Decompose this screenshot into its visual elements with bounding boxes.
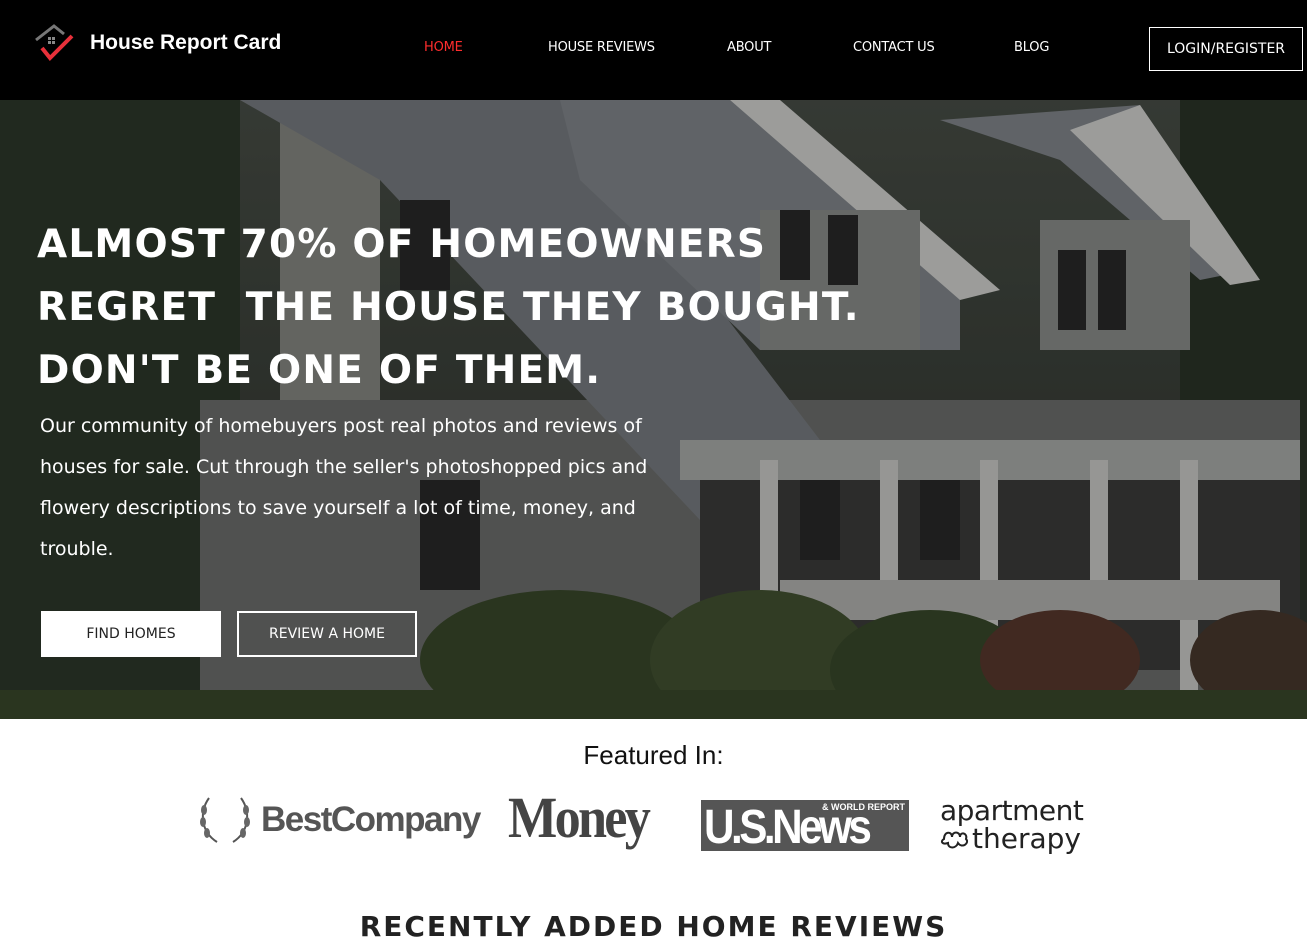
therapy-text: therapy	[972, 822, 1081, 855]
apartment-therapy-icon	[940, 831, 968, 849]
site-header: House Report Card HOME HOUSE REVIEWS ABO…	[0, 0, 1307, 100]
nav-contact-us[interactable]: CONTACT US	[853, 40, 935, 55]
money-logo[interactable]: Money	[508, 788, 651, 848]
hero-subtext: Our community of homebuyers post real ph…	[40, 415, 648, 560]
headline-line-3: DON'T BE ONE OF THEM.	[37, 348, 602, 393]
featured-title: Featured In:	[583, 740, 724, 770]
login-register-button[interactable]: LOGIN/REGISTER	[1149, 27, 1303, 71]
nav-home[interactable]: HOME	[424, 40, 463, 55]
nav-about[interactable]: ABOUT	[727, 40, 771, 55]
laurel-wreath-icon	[200, 797, 250, 843]
nav-blog[interactable]: BLOG	[1014, 40, 1049, 55]
apartment-therapy-logo[interactable]: apartment therapy	[940, 794, 1084, 855]
nav-house-reviews[interactable]: HOUSE REVIEWS	[548, 40, 655, 55]
house-check-icon	[35, 24, 74, 61]
review-a-home-button[interactable]: REVIEW A HOME	[237, 611, 417, 657]
headline-line-2: REGRET THE HOUSE THEY BOUGHT.	[37, 285, 860, 330]
logo[interactable]: House Report Card	[34, 22, 281, 64]
find-homes-button[interactable]: FIND HOMES	[41, 611, 221, 657]
best-company-text: BestCompany	[261, 800, 481, 839]
site-title[interactable]: House Report Card	[90, 31, 281, 55]
hero-section: ALMOST 70% OF HOMEOWNERS REGRET THE HOUS…	[0, 100, 1307, 719]
usnews-title: U.S.News	[704, 801, 872, 854]
hero-headline: ALMOST 70% OF HOMEOWNERS REGRET THE HOUS…	[37, 213, 860, 402]
apartment-text: apartment	[940, 794, 1084, 827]
best-company-logo[interactable]: BestCompany	[195, 792, 481, 848]
headline-line-1: ALMOST 70% OF HOMEOWNERS	[37, 222, 767, 267]
recent-reviews-title: RECENTLY ADDED HOME REVIEWS	[359, 910, 948, 943]
usnews-logo[interactable]: & WORLD REPORT U.S.News	[701, 800, 909, 854]
